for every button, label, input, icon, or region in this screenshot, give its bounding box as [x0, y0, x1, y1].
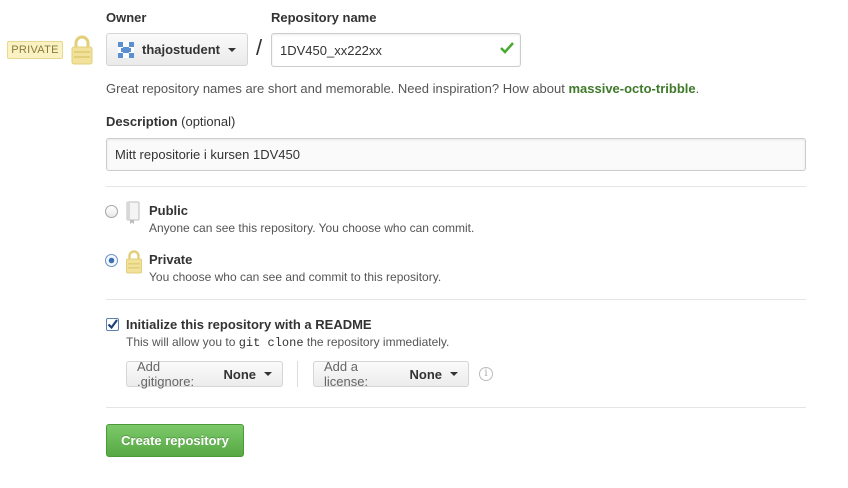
- description-input[interactable]: [106, 138, 806, 171]
- public-description: Anyone can see this repository. You choo…: [149, 221, 475, 235]
- info-icon[interactable]: i: [479, 367, 493, 381]
- gitignore-label: Add .gitignore:: [137, 359, 195, 389]
- readme-description: This will allow you to git clone the rep…: [126, 335, 449, 350]
- license-select[interactable]: Add a license: None: [313, 359, 469, 389]
- description-label-text: Description: [106, 114, 178, 129]
- divider: [106, 407, 806, 408]
- hint-text: Great repository names are short and mem…: [106, 81, 569, 96]
- private-lock-icon: [126, 250, 142, 274]
- owner-label: Owner: [106, 10, 147, 25]
- public-radio[interactable]: [105, 205, 118, 218]
- repo-name-hint: Great repository names are short and mem…: [106, 81, 699, 96]
- gitignore-value: None: [223, 366, 257, 382]
- license-label: Add a license:: [324, 359, 369, 389]
- readme-desc-after: the repository immediately.: [303, 335, 450, 349]
- check-icon: [107, 319, 118, 330]
- checkmark-icon: [500, 42, 514, 54]
- divider: [106, 186, 806, 187]
- gitignore-select[interactable]: Add .gitignore: None: [126, 359, 283, 389]
- create-repository-button[interactable]: Create repository: [106, 424, 244, 457]
- public-title: Public: [149, 203, 189, 218]
- lock-icon: [71, 35, 93, 65]
- private-title: Private: [149, 252, 193, 267]
- repo-name-label: Repository name: [271, 10, 377, 25]
- optional-note: (optional): [181, 114, 236, 129]
- repo-name-input[interactable]: [271, 33, 521, 67]
- git-clone-code: git clone: [238, 336, 304, 350]
- readme-label[interactable]: Initialize this repository with a README: [126, 317, 372, 332]
- owner-name: thajostudent: [142, 42, 220, 57]
- license-value: None: [409, 366, 443, 382]
- private-description: You choose who can see and commit to thi…: [149, 270, 442, 284]
- owner-repo-separator: /: [256, 35, 263, 60]
- chevron-down-icon: [450, 372, 458, 376]
- chevron-down-icon: [228, 47, 236, 52]
- chevron-down-icon: [264, 372, 272, 376]
- avatar-icon: [118, 41, 134, 58]
- repo-book-icon: [126, 201, 140, 224]
- private-radio[interactable]: [105, 254, 118, 267]
- select-divider: [297, 361, 298, 387]
- description-label: Description (optional): [106, 114, 235, 129]
- readme-checkbox[interactable]: [106, 318, 119, 331]
- private-badge: PRIVATE: [7, 41, 63, 59]
- suggestion-link[interactable]: massive-octo-tribble: [568, 81, 695, 96]
- hint-end: .: [695, 81, 700, 96]
- readme-desc-before: This will allow you to: [126, 335, 239, 349]
- divider: [106, 299, 806, 300]
- owner-dropdown[interactable]: thajostudent: [106, 33, 248, 66]
